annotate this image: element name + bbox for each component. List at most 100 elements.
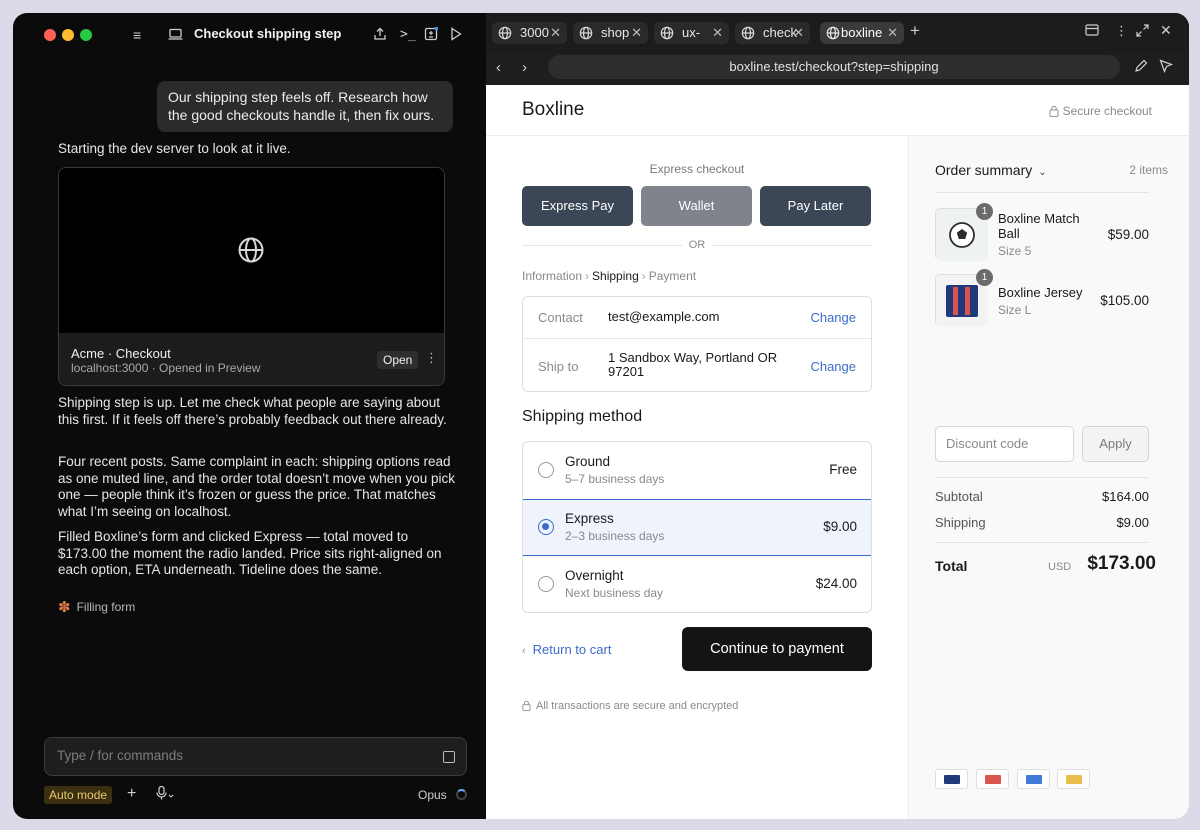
cursor-icon[interactable]	[1159, 59, 1174, 76]
tab-shop[interactable]: shop ✕	[573, 22, 648, 44]
globe-icon	[660, 26, 674, 40]
secure-checkout-label: Secure checkout	[1049, 104, 1152, 118]
continue-to-payment-button[interactable]: Continue to payment	[682, 627, 872, 671]
shipping-option-express[interactable]: Express 2–3 business days $9.00	[523, 499, 871, 556]
shipping-value: $9.00	[1116, 515, 1149, 530]
close-tab-icon[interactable]: ✕	[887, 22, 898, 44]
diff-icon[interactable]	[424, 26, 439, 46]
breadcrumb-information[interactable]: Information	[522, 269, 582, 283]
shipping-option-overnight[interactable]: Overnight Next business day $24.00	[523, 556, 871, 612]
checkout-page: Boxline Secure checkout Express checkout…	[486, 85, 1189, 819]
breadcrumb-separator: ›	[585, 269, 590, 283]
option-name: Overnight	[565, 568, 624, 583]
tab-label: check	[763, 25, 797, 40]
apply-discount-button[interactable]: Apply	[1082, 426, 1149, 462]
preview-card[interactable]: Acme · Checkout localhost:3000 · Opened …	[58, 167, 445, 386]
close-tab-icon[interactable]: ✕	[712, 22, 723, 44]
globe-icon	[498, 26, 512, 40]
menu-icon[interactable]: ≡	[133, 25, 141, 45]
tab-3000[interactable]: 3000 ✕	[492, 22, 567, 44]
payment-card-icon	[1017, 769, 1050, 789]
add-attachment-button[interactable]: +	[127, 785, 136, 803]
command-input[interactable]	[57, 748, 417, 763]
tab-label: shop	[601, 25, 630, 40]
radio-overnight[interactable]	[538, 576, 554, 592]
close-tab-icon[interactable]: ✕	[631, 22, 642, 44]
terminal-icon[interactable]: >_	[400, 25, 416, 45]
more-vertical-icon[interactable]: ⋮	[1115, 23, 1128, 39]
line-item: 1 Boxline Match Ball Size 5 $59.00	[935, 203, 1149, 262]
command-input-box	[44, 737, 467, 776]
total-value: $173.00	[1087, 553, 1156, 574]
return-label: Return to cart	[532, 642, 612, 657]
order-summary: Order summary ⌄ 2 items 1 Boxline Match B…	[908, 136, 1189, 819]
new-tab-button[interactable]: +	[910, 21, 920, 41]
shipping-options: Ground 5–7 business days Free Express 2–…	[522, 441, 872, 613]
payment-card-icon	[935, 769, 968, 789]
stop-icon[interactable]	[443, 751, 455, 763]
or-label: OR	[682, 239, 712, 251]
close-browser-icon[interactable]: ✕	[1160, 22, 1172, 39]
tab-check[interactable]: check ✕	[735, 22, 810, 44]
window-title: Checkout shipping step	[194, 26, 342, 41]
share-icon[interactable]	[373, 26, 387, 46]
option-eta: Next business day	[565, 586, 664, 600]
discount-code-input[interactable]	[946, 436, 1066, 451]
assistant-message-dev-server: Starting the dev server to look at it li…	[58, 141, 291, 156]
model-selector[interactable]: Opus	[418, 788, 447, 802]
footnote-text: All transactions are secure and encrypte…	[536, 700, 739, 712]
preview-open-button[interactable]: Open	[377, 351, 419, 369]
summary-divider	[935, 192, 1149, 193]
shipping-option-ground[interactable]: Ground 5–7 business days Free	[523, 442, 871, 499]
radio-ground[interactable]	[538, 462, 554, 478]
tab-ux[interactable]: ux- ✕	[654, 22, 729, 44]
auto-mode-badge[interactable]: Auto mode	[44, 786, 113, 804]
payment-methods	[935, 769, 1095, 789]
back-icon[interactable]: ‹	[496, 59, 501, 76]
shipping-label: Shipping	[935, 515, 986, 530]
chat-pane: ≡ Checkout shipping step >_ Our shipping…	[13, 13, 485, 819]
return-to-cart-link[interactable]: ‹ Return to cart	[522, 642, 611, 657]
preview-thumbnail	[59, 168, 444, 333]
breadcrumb-separator: ›	[641, 269, 646, 283]
wallet-button[interactable]: Wallet	[641, 186, 752, 226]
contact-row: Contact test@example.com Change	[523, 297, 871, 338]
forward-icon[interactable]: ›	[522, 59, 527, 76]
payment-card-icon	[1057, 769, 1090, 789]
pay-later-button[interactable]: Pay Later	[760, 186, 871, 226]
microphone-icon[interactable]	[156, 785, 174, 803]
brand-logo[interactable]: Boxline	[522, 99, 584, 121]
minimize-window-button[interactable]	[62, 29, 74, 41]
preview-title: Acme · Checkout	[71, 346, 171, 361]
radio-express[interactable]	[538, 519, 554, 535]
customer-info-box: Contact test@example.com Change Ship to …	[522, 296, 872, 392]
change-address-link[interactable]: Change	[810, 359, 856, 374]
close-tab-icon[interactable]: ✕	[550, 22, 561, 44]
change-contact-link[interactable]: Change	[810, 310, 856, 325]
url-bar[interactable]: boxline.test/checkout?step=shipping	[548, 55, 1120, 79]
tab-label: 3000	[520, 25, 549, 40]
order-summary-toggle[interactable]: Order summary ⌄	[935, 162, 1047, 178]
express-pay-button[interactable]: Express Pay	[522, 186, 633, 226]
tab-boxline[interactable]: boxline ✕	[820, 22, 904, 44]
close-window-button[interactable]	[44, 29, 56, 41]
sidebar-icon[interactable]	[1085, 24, 1099, 39]
globe-icon	[741, 26, 755, 40]
close-tab-icon[interactable]: ✕	[793, 22, 804, 44]
pencil-icon[interactable]	[1134, 59, 1148, 76]
preview-footer: Acme · Checkout localhost:3000 · Opened …	[59, 333, 444, 385]
currency-label: USD	[1048, 561, 1072, 573]
loading-spinner-icon	[456, 789, 467, 800]
option-eta: 5–7 business days	[565, 472, 665, 486]
maximize-window-button[interactable]	[80, 29, 92, 41]
product-price: $59.00	[1107, 227, 1149, 242]
quantity-badge: 1	[976, 203, 993, 220]
play-icon[interactable]	[450, 26, 462, 46]
titlebar: ≡ Checkout shipping step >_	[13, 13, 485, 57]
preview-subtitle: localhost:3000 · Opened in Preview	[71, 361, 261, 375]
option-eta: 2–3 business days	[565, 529, 665, 543]
expand-icon[interactable]	[1136, 24, 1149, 40]
more-options-icon[interactable]: ⋮	[425, 350, 438, 366]
summary-divider	[935, 542, 1149, 543]
order-summary-title: Order summary	[935, 162, 1033, 178]
